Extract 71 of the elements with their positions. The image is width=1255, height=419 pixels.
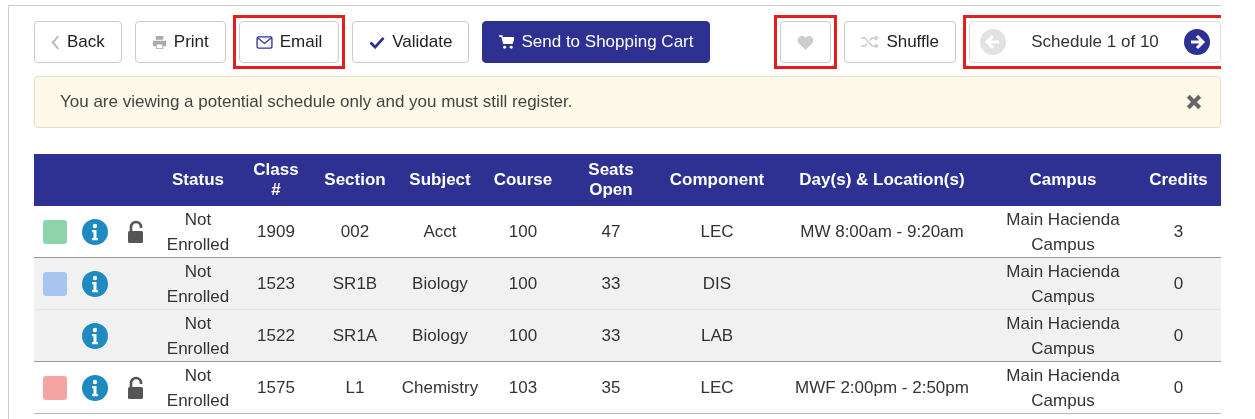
schedule-cell-text: MW 8:00am - 9:20am: [800, 221, 964, 243]
shuffle-button[interactable]: Shuffle: [844, 21, 956, 63]
back-button[interactable]: Back: [34, 21, 122, 63]
column-header: Course: [493, 169, 553, 191]
seats-cell-text: 47: [601, 221, 621, 243]
subject-cell-text: Biology: [412, 273, 468, 295]
component-cell-text: LEC: [700, 221, 734, 243]
column-header: Status: [172, 169, 224, 191]
info-icon[interactable]: [82, 218, 108, 245]
column-header: Campus: [1029, 169, 1097, 191]
validate-button[interactable]: Validate: [352, 21, 470, 63]
subject-cell-text: Acct: [423, 221, 457, 243]
component-cell-text: DIS: [702, 273, 732, 295]
heart-icon: [797, 34, 815, 50]
status-cell-text: Not Enrolled: [165, 364, 231, 412]
credits-cell-text: 0: [1173, 377, 1184, 399]
column-header: Class #: [253, 159, 299, 201]
seats-cell-text: 33: [601, 325, 621, 347]
status-cell-text: Not Enrolled: [165, 260, 231, 308]
alert-message: You are viewing a potential schedule only and you must still register.: [60, 92, 573, 112]
column-header: Component: [669, 169, 765, 191]
column-header: Seats Open: [588, 159, 634, 201]
class-number-cell-text: 1909: [257, 221, 295, 243]
print-button[interactable]: Print: [134, 21, 226, 63]
color-swatch[interactable]: [42, 272, 67, 297]
info-icon[interactable]: [82, 270, 108, 297]
section-cell-text: L1: [345, 377, 365, 399]
column-header: Subject: [409, 169, 471, 191]
column-header: Credits: [1149, 169, 1208, 191]
subject-cell-text: Biology: [412, 325, 468, 347]
cart-icon: [499, 35, 515, 49]
course-cell-text: 100: [508, 221, 538, 243]
campus-cell-text: Main Hacienda Campus: [1005, 260, 1121, 308]
section-cell-text: 002: [340, 221, 370, 243]
schedule-cell-text: MWF 2:00pm - 2:50pm: [795, 377, 969, 399]
status-cell-text: Not Enrolled: [165, 312, 231, 360]
seats-cell-text: 35: [601, 377, 621, 399]
subject-cell-text: Chemistry: [401, 377, 479, 399]
color-swatch[interactable]: [42, 376, 67, 401]
section-cell-text: SR1A: [332, 325, 378, 347]
class-number-cell-text: 1523: [257, 273, 295, 295]
seats-cell-text: 33: [601, 273, 621, 295]
chevron-left-icon: [51, 34, 60, 50]
color-swatch[interactable]: [42, 220, 67, 245]
envelope-icon: [255, 35, 273, 49]
checkmark-icon: [369, 35, 386, 49]
email-button[interactable]: Email: [238, 21, 340, 63]
info-icon[interactable]: [82, 374, 108, 401]
column-header: Section: [324, 169, 386, 191]
cart-button[interactable]: Send to Shopping Cart: [482, 21, 711, 63]
component-cell-text: LEC: [700, 377, 734, 399]
campus-cell-text: Main Hacienda Campus: [1005, 364, 1121, 412]
component-cell-text: LAB: [700, 325, 734, 347]
course-cell-text: 100: [508, 325, 538, 347]
close-icon[interactable]: [1186, 94, 1202, 110]
campus-cell-text: Main Hacienda Campus: [1005, 312, 1121, 360]
credits-cell-text: 0: [1173, 273, 1184, 295]
class-number-cell-text: 1522: [257, 325, 295, 347]
credits-cell-text: 3: [1173, 221, 1184, 243]
info-icon[interactable]: [82, 322, 108, 349]
shuffle-icon: [861, 35, 880, 49]
section-cell-text: SR1B: [332, 273, 378, 295]
status-cell-text: Not Enrolled: [165, 208, 231, 256]
schedule-counter: Schedule 1 of 10: [1031, 32, 1159, 52]
course-cell-text: 100: [508, 273, 538, 295]
campus-cell-text: Main Hacienda Campus: [1005, 208, 1121, 256]
class-number-cell-text: 1575: [257, 377, 295, 399]
credits-cell-text: 0: [1173, 325, 1184, 347]
printer-icon: [151, 34, 167, 50]
course-cell-text: 103: [508, 377, 538, 399]
column-header: Day(s) & Location(s): [799, 169, 965, 191]
